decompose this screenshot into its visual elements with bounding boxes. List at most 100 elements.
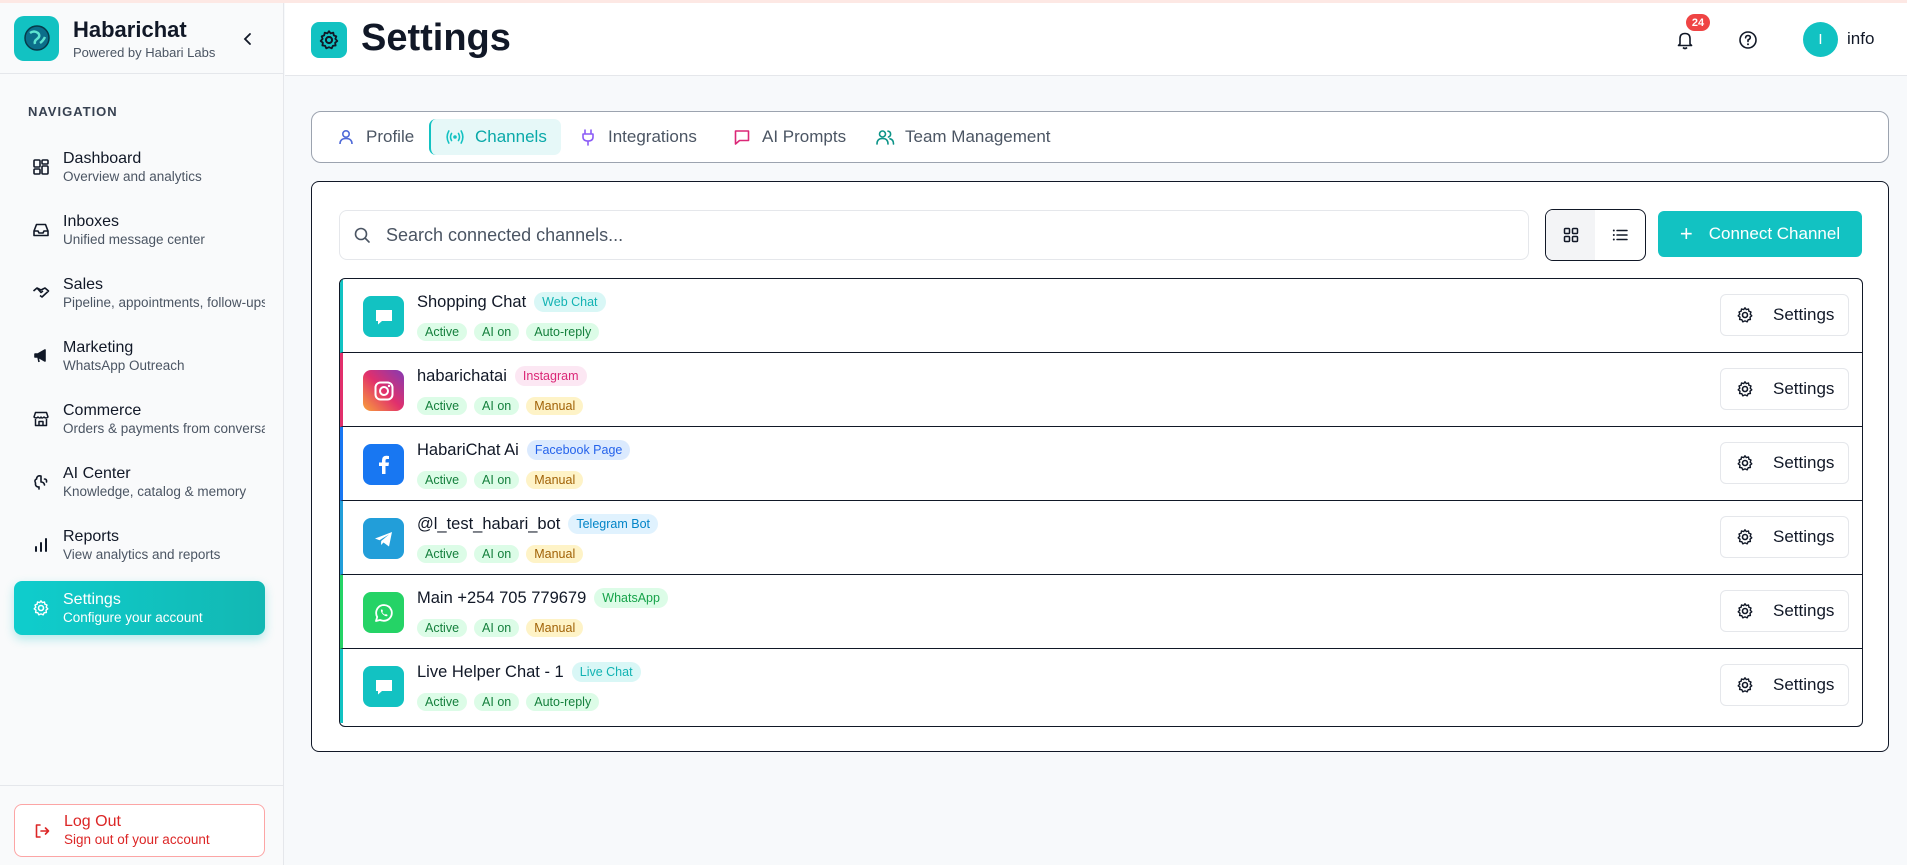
sidebar-item-label: Reports [63,527,120,545]
inbox-icon [30,219,52,241]
app-name: Habarichat [73,16,187,42]
facebook-icon [363,444,404,485]
list-item: @l_test_habari_bot Telegram Bot Active AI … [340,501,1862,575]
sidebar-item-desc: View analytics and reports [63,546,221,562]
channel-settings-button[interactable]: Settings [1720,516,1849,558]
settings-label: Settings [1773,379,1835,398]
gear-icon [1735,601,1755,621]
sidebar-item-desc: WhatsApp Outreach [63,357,185,373]
mode-badge: Manual [526,619,584,637]
handshake-icon [30,282,52,304]
channel-settings-button[interactable]: Settings [1720,294,1849,336]
tab-integrations[interactable]: Integrations [564,119,711,155]
top-header: Settings 24 I info [285,3,1907,76]
mode-badge: Auto-reply [526,693,600,711]
channel-name: @l_test_habari_bot [417,514,561,533]
sidebar-item-ai-center[interactable]: AI Center Knowledge, catalog & memory [14,455,265,509]
settings-label: Settings [1773,453,1835,472]
tab-ai-prompts[interactable]: AI Prompts [718,119,860,155]
users-icon [875,127,895,147]
channel-settings-button[interactable]: Settings [1720,368,1849,410]
channel-name: Main +254 705 779679 [417,588,587,607]
collapse-sidebar-button[interactable] [238,29,258,49]
user-name[interactable]: info [1847,29,1874,49]
logout-desc: Sign out of your account [64,832,210,847]
ai-badge: AI on [474,471,520,489]
list-item: habarichatai Instagram Active AI on Manual … [340,353,1862,427]
grid-view-button[interactable] [1546,210,1595,260]
avatar[interactable]: I [1803,22,1838,57]
sidebar-item-desc: Overview and analytics [63,168,202,184]
channel-type-badge: Facebook Page [526,440,631,460]
sidebar-item-settings[interactable]: Settings Configure your account [14,581,265,635]
search-box[interactable] [339,210,1529,260]
settings-label: Settings [1773,675,1835,694]
channel-settings-button[interactable]: Settings [1720,442,1849,484]
channel-type-badge: Live Chat [571,662,641,682]
bar-chart-icon [30,534,52,556]
sidebar-item-desc: Configure your account [63,609,203,625]
channels-panel: + Connect Channel Shopping Chat Web Chat … [311,181,1889,752]
search-icon [352,225,372,245]
settings-label: Settings [1773,305,1835,324]
sidebar-item-commerce[interactable]: CommerceOrders & payments from conversat… [14,392,265,446]
channel-type-badge: Telegram Bot [568,514,658,534]
notification-count-badge: 24 [1686,14,1710,31]
help-button[interactable] [1735,27,1761,53]
view-toggle [1545,209,1646,261]
broadcast-icon [445,127,465,147]
mode-badge: Manual [526,397,584,415]
nav-heading: NAVIGATION [28,104,118,119]
channel-name: Shopping Chat [417,292,527,311]
chat-bubble-icon [363,666,404,707]
gear-icon [1735,527,1755,547]
list-view-button[interactable] [1595,210,1644,260]
sidebar-item-label: Sales [63,275,104,293]
tab-channels[interactable]: Channels [429,119,561,155]
gear-icon [30,597,52,619]
sidebar-item-label: Dashboard [63,149,142,167]
channel-settings-button[interactable]: Settings [1720,664,1849,706]
chevron-left-icon [243,33,251,45]
ai-badge: AI on [474,545,520,563]
channel-settings-button[interactable]: Settings [1720,590,1849,632]
mode-badge: Auto-reply [526,323,600,341]
ai-badge: AI on [474,397,520,415]
tab-label: AI Prompts [762,127,847,146]
telegram-icon [363,518,404,559]
sidebar-divider [0,785,284,786]
connect-channel-button[interactable]: + Connect Channel [1658,211,1862,257]
logout-icon [31,820,53,842]
tab-profile[interactable]: Profile [322,119,428,155]
sidebar-item-dashboard[interactable]: Dashboard Overview and analytics [14,140,265,194]
sidebar-item-sales[interactable]: Sales Pipeline, appointments, follow-ups [14,266,265,320]
search-input[interactable] [386,224,1486,246]
channel-type-badge: Web Chat [534,292,606,312]
sidebar-item-desc: Pipeline, appointments, follow-ups [63,294,265,310]
logout-button[interactable]: Log Out Sign out of your account [14,804,265,857]
gear-icon [1735,305,1755,325]
list-icon [1612,229,1628,241]
sidebar-item-reports[interactable]: Reports View analytics and reports [14,518,265,572]
brain-icon [30,471,52,493]
tab-label: Profile [366,127,415,146]
sidebar-item-inboxes[interactable]: Inboxes Unified message center [14,203,265,257]
globe-logo-icon [14,15,59,61]
status-badge: Active [417,397,468,415]
settings-tabs: Profile Channels Integrations AI Prompts… [311,111,1889,163]
settings-label: Settings [1773,527,1835,546]
gear-icon [1735,453,1755,473]
sidebar-item-desc: Orders & payments from conversations [63,420,265,436]
whatsapp-icon [363,592,404,633]
status-badge: Active [417,323,468,341]
plug-icon [578,127,598,147]
plus-icon: + [1679,221,1693,246]
gear-icon [1735,379,1755,399]
dashboard-icon [30,156,52,178]
tab-team-management[interactable]: Team Management [861,119,1065,155]
ai-badge: AI on [474,693,520,711]
sidebar-item-marketing[interactable]: Marketing WhatsApp Outreach [14,329,265,383]
message-square-icon [732,127,752,147]
sidebar-item-label: Settings [63,590,121,608]
app-tagline: Powered by Habari Labs [73,44,216,60]
